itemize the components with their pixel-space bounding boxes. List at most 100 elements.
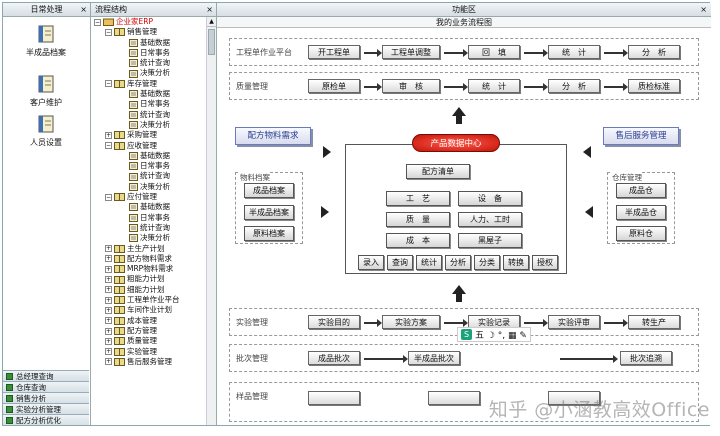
expand-icon[interactable]: +: [105, 337, 112, 345]
expand-icon[interactable]: +: [105, 358, 112, 366]
tree-leaf[interactable]: 日常事务: [91, 161, 205, 171]
expand-icon[interactable]: +: [105, 276, 112, 284]
center-button[interactable]: 设 备: [458, 191, 522, 206]
scroll-up-icon[interactable]: ▲: [207, 17, 216, 27]
collapse-icon[interactable]: −: [105, 28, 112, 36]
action-button[interactable]: 查询: [387, 255, 413, 270]
tree-node[interactable]: + 采购管理: [91, 130, 205, 140]
tree-node[interactable]: + 成本管理: [91, 316, 205, 326]
flow-button[interactable]: [308, 391, 360, 405]
action-button[interactable]: 授权: [532, 255, 558, 270]
tree-leaf[interactable]: 日常事务: [91, 213, 205, 223]
tree-node[interactable]: + 车间作业计划: [91, 305, 205, 315]
center-button[interactable]: 质 量: [386, 212, 450, 227]
action-button[interactable]: 分析: [445, 255, 471, 270]
flow-button[interactable]: 实验评审: [548, 315, 600, 329]
expand-icon[interactable]: +: [105, 265, 112, 273]
tree-leaf[interactable]: 基础数据: [91, 89, 205, 99]
nav-sales-analysis[interactable]: 销售分析: [3, 392, 89, 403]
product-data-center[interactable]: 产品数据中心: [412, 134, 500, 152]
center-button[interactable]: 成 本: [386, 233, 450, 248]
tree-leaf[interactable]: 基础数据: [91, 151, 205, 161]
tree-leaf[interactable]: 日常事务: [91, 48, 205, 58]
tree-node[interactable]: − 应收管理: [91, 141, 205, 151]
nav-gm-query[interactable]: 总经理查询: [3, 370, 89, 381]
expand-icon[interactable]: +: [105, 327, 112, 335]
group-button[interactable]: 半成品仓: [616, 205, 666, 220]
flow-button[interactable]: 原检单: [308, 79, 360, 93]
expand-icon[interactable]: +: [105, 131, 112, 139]
flow-button[interactable]: 批次追溯: [620, 351, 672, 365]
flow-button[interactable]: 分 析: [628, 45, 680, 59]
tree-node[interactable]: + 质量管理: [91, 336, 205, 346]
center-button[interactable]: 工 艺: [386, 191, 450, 206]
ime-toolbar[interactable]: S 五 ☽ °, ▦ ✎: [457, 327, 531, 342]
expand-icon[interactable]: +: [105, 286, 112, 294]
tree-node[interactable]: + 售后服务管理: [91, 357, 205, 367]
expand-icon[interactable]: +: [105, 245, 112, 253]
action-button[interactable]: 统计: [416, 255, 442, 270]
tree-leaf[interactable]: 决策分析: [91, 68, 205, 78]
tag-after-sales[interactable]: 售后服务管理: [603, 127, 679, 145]
flow-button[interactable]: 转生产: [628, 315, 680, 329]
collapse-icon[interactable]: −: [105, 142, 112, 150]
tree-root[interactable]: − 企业家ERP: [91, 17, 205, 27]
expand-icon[interactable]: +: [105, 317, 112, 325]
tree-leaf[interactable]: 基础数据: [91, 38, 205, 48]
collapse-icon[interactable]: −: [94, 18, 101, 26]
group-button[interactable]: 原料仓: [616, 226, 666, 241]
tree-node[interactable]: + 配方管理: [91, 326, 205, 336]
tree-node[interactable]: + 实验管理: [91, 347, 205, 357]
group-button[interactable]: 成品档案: [244, 183, 294, 198]
expand-icon[interactable]: +: [105, 255, 112, 263]
flow-button[interactable]: 成品批次: [308, 351, 360, 365]
center-button[interactable]: 人力、工时: [458, 212, 522, 227]
tree-leaf[interactable]: 决策分析: [91, 182, 205, 192]
action-button[interactable]: 录入: [358, 255, 384, 270]
tree-leaf[interactable]: 统计查询: [91, 223, 205, 233]
flow-button[interactable]: 分 析: [548, 79, 600, 93]
flow-button[interactable]: 质检标准: [628, 79, 680, 93]
flow-button[interactable]: 工程单调整: [382, 45, 440, 59]
action-button[interactable]: 转换: [503, 255, 529, 270]
action-button[interactable]: 分类: [474, 255, 500, 270]
flow-button[interactable]: 半成品批次: [408, 351, 460, 365]
flow-button[interactable]: 实验目的: [308, 315, 360, 329]
tool-staff-settings[interactable]: 人员设置: [3, 115, 89, 148]
nav-formula-optimize[interactable]: 配方分析优化: [3, 414, 89, 425]
collapse-icon[interactable]: −: [105, 80, 112, 88]
tree-leaf[interactable]: 日常事务: [91, 99, 205, 109]
tree-node[interactable]: − 库存管理: [91, 79, 205, 89]
expand-icon[interactable]: +: [105, 306, 112, 314]
tool-semi-product-archive[interactable]: 半成品档案: [3, 25, 89, 58]
tree-node[interactable]: + 主生产计划: [91, 244, 205, 254]
flow-button[interactable]: 实验方案: [382, 315, 440, 329]
tree-node[interactable]: − 销售管理: [91, 27, 205, 37]
nav-warehouse-query[interactable]: 仓库查询: [3, 381, 89, 392]
tree-leaf[interactable]: 统计查询: [91, 58, 205, 68]
group-button[interactable]: 成品仓: [616, 183, 666, 198]
tag-formula-material[interactable]: 配方物料需求: [235, 127, 311, 145]
flow-button[interactable]: 统 计: [548, 45, 600, 59]
tree-leaf[interactable]: 决策分析: [91, 233, 205, 243]
tree-leaf[interactable]: 统计查询: [91, 171, 205, 181]
group-button[interactable]: 原料档案: [244, 226, 294, 241]
expand-icon[interactable]: +: [105, 296, 112, 304]
close-icon[interactable]: ×: [206, 3, 213, 17]
close-icon[interactable]: ×: [700, 3, 707, 17]
formula-list-button[interactable]: 配方清单: [406, 164, 470, 179]
flow-button[interactable]: 统 计: [468, 79, 520, 93]
tree-leaf[interactable]: 决策分析: [91, 120, 205, 130]
tree-scrollbar[interactable]: ▲: [206, 17, 216, 425]
tree-leaf[interactable]: 基础数据: [91, 202, 205, 212]
expand-icon[interactable]: +: [105, 348, 112, 356]
group-button[interactable]: 半成品档案: [244, 205, 294, 220]
tool-customer-maintenance[interactable]: 客户维护: [3, 75, 89, 108]
tree-node[interactable]: + 工程单作业平台: [91, 295, 205, 305]
center-button[interactable]: 黑屋子: [458, 233, 522, 248]
tree-leaf[interactable]: 统计查询: [91, 110, 205, 120]
tree-node[interactable]: − 应付管理: [91, 192, 205, 202]
tree-node[interactable]: + 细能力计划: [91, 285, 205, 295]
tree-node[interactable]: + MRP物料需求: [91, 264, 205, 274]
tree-node[interactable]: + 配方物料需求: [91, 254, 205, 264]
